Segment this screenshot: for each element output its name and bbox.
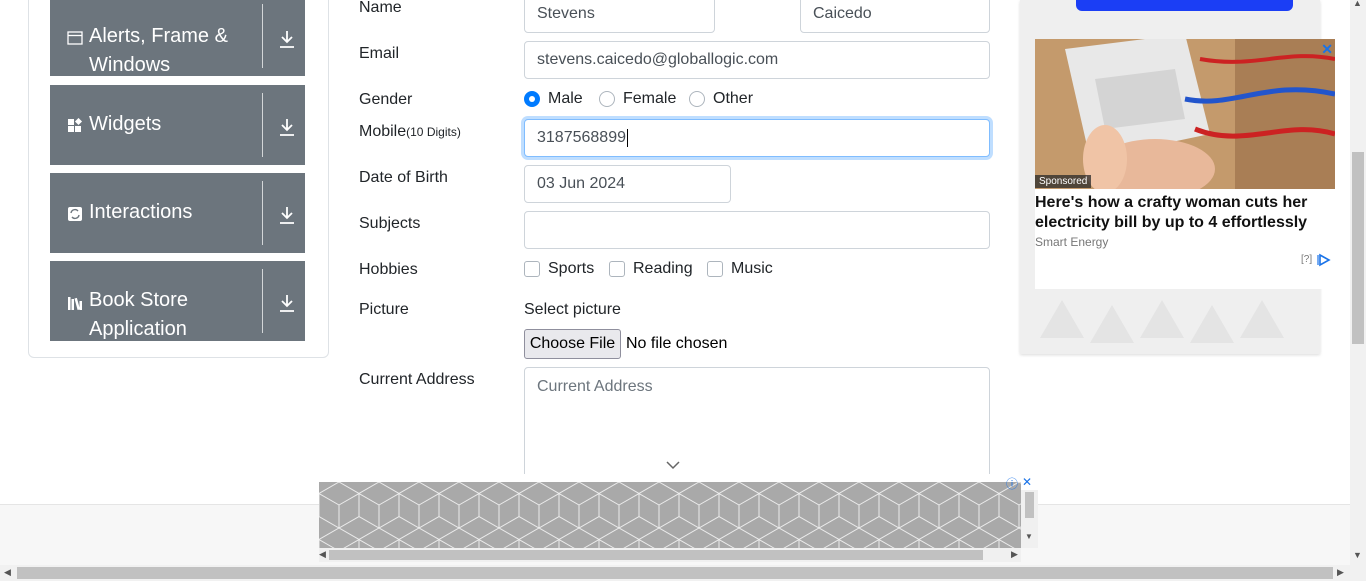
sidebar-group-widgets[interactable]: Widgets: [50, 85, 305, 165]
mobile-label: Mobile(10 Digits): [359, 123, 461, 140]
hobby-sports-checkbox[interactable]: Sports: [524, 260, 594, 278]
ad-source: Smart Energy: [1035, 235, 1109, 249]
pattern-shape: [1040, 300, 1084, 338]
sidebar-group-interactions[interactable]: Interactions: [50, 173, 305, 253]
pattern-shape: [1140, 300, 1184, 338]
sponsored-badge: Sponsored: [1035, 175, 1092, 188]
hobby-music-checkbox[interactable]: Music: [707, 260, 773, 278]
info-icon[interactable]: ⓘ: [1006, 475, 1018, 492]
pattern-shape: [1240, 300, 1284, 338]
pattern-shape: [1190, 305, 1234, 343]
email-input[interactable]: stevens.caicedo@globallogic.com: [524, 41, 990, 79]
sidebar-group-title: Alerts, Frame & Windows: [89, 25, 228, 76]
scroll-up-arrow-icon[interactable]: ▲: [1353, 0, 1362, 8]
scroll-right-arrow-icon[interactable]: ▶: [1011, 549, 1018, 560]
hex-pattern-icon: [319, 482, 1021, 548]
ad-image[interactable]: ✕ Sponsored: [1035, 39, 1335, 189]
checkbox-label: Music: [731, 260, 773, 277]
gender-other-radio[interactable]: Other: [689, 90, 753, 108]
sidebar-group-title: Book Store Application: [89, 289, 188, 340]
pattern-shape: [1090, 305, 1134, 343]
checkbox-label: Sports: [548, 260, 595, 277]
divider: [262, 93, 263, 157]
ad-question[interactable]: [?]: [1301, 254, 1312, 265]
download-arrow-icon[interactable]: [278, 205, 296, 225]
scrollbar-thumb[interactable]: [1025, 492, 1034, 518]
sidebar-group-alerts[interactable]: Alerts, Frame & Windows: [50, 0, 305, 76]
radio-indicator[interactable]: [524, 91, 540, 107]
bottom-ad-banner[interactable]: [319, 482, 1021, 548]
checkbox-label: Reading: [633, 260, 693, 277]
radio-indicator[interactable]: [599, 91, 615, 107]
email-label: Email: [359, 45, 400, 62]
download-arrow-icon[interactable]: [278, 29, 296, 49]
subjects-input[interactable]: [524, 211, 990, 249]
gender-female-radio[interactable]: Female: [599, 90, 676, 108]
no-file-text: No file chosen: [626, 335, 728, 352]
last-name-input[interactable]: Caicedo: [800, 0, 990, 33]
mobile-hint: (10 Digits): [406, 125, 461, 139]
scrollbar-thumb[interactable]: [17, 567, 1333, 579]
scroll-down-arrow-icon[interactable]: ▼: [1353, 550, 1362, 560]
radio-label: Male: [548, 90, 583, 107]
gender-male-radio[interactable]: Male: [524, 90, 583, 108]
checkbox-box[interactable]: [609, 261, 625, 277]
select-picture-label: Select picture: [524, 301, 621, 318]
picture-label: Picture: [359, 301, 409, 318]
scroll-left-arrow-icon[interactable]: ◀: [4, 567, 11, 578]
widgets-icon: [68, 118, 83, 132]
sidebar-group-title: Widgets: [89, 113, 162, 135]
address-placeholder: Current Address: [537, 378, 653, 395]
current-address-textarea[interactable]: Current Address: [524, 367, 990, 487]
scroll-left-arrow-icon[interactable]: ◀: [319, 549, 326, 560]
hobby-reading-checkbox[interactable]: Reading: [609, 260, 693, 278]
mobile-input[interactable]: 3187568899: [524, 119, 990, 157]
choose-file-button[interactable]: Choose File: [524, 329, 621, 359]
sidebar-group-title: Interactions: [89, 201, 193, 223]
download-arrow-icon[interactable]: [278, 117, 296, 137]
ad-headline[interactable]: Here's how a crafty woman cuts her elect…: [1035, 193, 1333, 233]
scrollbar-thumb[interactable]: [1352, 152, 1364, 344]
close-icon[interactable]: ✕: [1321, 41, 1333, 58]
ad-cta-button[interactable]: [1076, 0, 1293, 11]
ad-vertical-scrollbar[interactable]: ▼: [1021, 490, 1038, 548]
dob-label: Date of Birth: [359, 169, 448, 186]
name-label: Name: [359, 0, 402, 16]
radio-indicator[interactable]: [689, 91, 705, 107]
checkbox-box[interactable]: [524, 261, 540, 277]
interactions-icon: [68, 207, 82, 221]
ad-horizontal-scrollbar[interactable]: ◀ ▶: [319, 548, 1021, 562]
divider: [262, 181, 263, 245]
scrollbar-thumb[interactable]: [329, 550, 983, 560]
window-icon: [67, 31, 83, 45]
checkbox-box[interactable]: [707, 261, 723, 277]
radio-label: Other: [713, 90, 754, 107]
first-name-input[interactable]: Stevens: [524, 0, 715, 33]
hobbies-label: Hobbies: [359, 261, 418, 278]
page-vertical-scrollbar[interactable]: ▲ ▼: [1350, 0, 1366, 565]
books-icon: [68, 297, 82, 311]
dob-input[interactable]: 03 Jun 2024: [524, 165, 731, 203]
page-horizontal-scrollbar[interactable]: ◀ ▶: [0, 565, 1366, 581]
divider: [262, 4, 263, 68]
gender-label: Gender: [359, 91, 413, 108]
divider: [262, 269, 263, 333]
scroll-down-arrow-icon[interactable]: ▼: [1025, 532, 1033, 541]
breaker-photo-icon: [1035, 39, 1335, 189]
sidebar-group-bookstore[interactable]: Book Store Application: [50, 261, 305, 341]
current-address-label: Current Address: [359, 371, 475, 388]
adchoices-icon[interactable]: [1317, 253, 1331, 267]
scroll-right-arrow-icon[interactable]: ▶: [1337, 567, 1344, 578]
chevron-down-icon[interactable]: [666, 460, 680, 470]
subjects-label: Subjects: [359, 215, 421, 232]
text-caret: [626, 128, 628, 147]
download-arrow-icon[interactable]: [278, 293, 296, 313]
ad-card[interactable]: ✕ Sponsored Here's how a crafty woman cu…: [1035, 39, 1335, 289]
radio-label: Female: [623, 90, 677, 107]
